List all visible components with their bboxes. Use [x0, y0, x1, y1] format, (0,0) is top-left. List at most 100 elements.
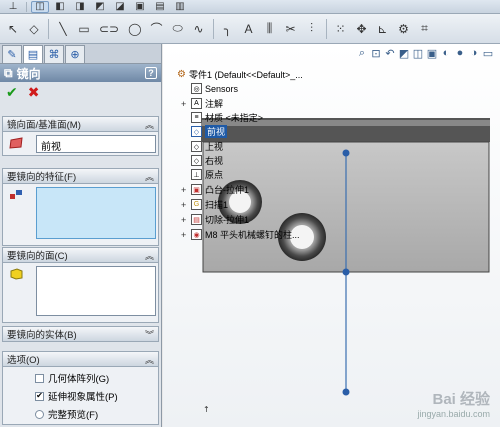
tree-item-top-plane[interactable]: ◇ 上视 [181, 140, 223, 153]
linear-pattern-icon[interactable]: ⁙ [332, 20, 350, 38]
geometry-pattern-option[interactable]: 几何体阵列(G) [35, 371, 109, 385]
watermark-logo: Bai 经验 [432, 391, 490, 408]
tree-item-label: 上视 [205, 142, 224, 152]
features-group-header[interactable]: 要镜向的特征(F) ︽ [3, 169, 158, 184]
material-icon: ≡ [191, 112, 202, 123]
cube-bottom-icon[interactable]: ▣ [131, 1, 149, 13]
expand-toggle[interactable]: + [181, 99, 188, 109]
expand-toggle[interactable]: + [181, 185, 188, 195]
group-title: 镜向面/基准面(M) [7, 120, 81, 131]
repair-icon[interactable]: ⚙ [395, 20, 413, 38]
features-selection-box[interactable] [36, 187, 156, 239]
eraser-icon[interactable]: ◇ [25, 20, 43, 38]
fillet-icon[interactable]: ╮ [219, 20, 237, 38]
tree-root-label: 零件1 (Default<<Default>_... [188, 70, 303, 80]
tree-root[interactable]: ⚙ 零件1 (Default<<Default>_... [177, 68, 303, 81]
cube-left-icon[interactable]: ◪ [111, 1, 129, 13]
tree-item-label: Sensors [205, 83, 239, 94]
plane-icon: ◇ [191, 126, 202, 137]
line-icon[interactable]: ╲ [54, 20, 72, 38]
origin-marker: ↑ [203, 405, 210, 414]
cube-iso-icon[interactable]: ◫ [31, 0, 49, 13]
cut-extrude-icon: ▤ [191, 214, 202, 225]
bodies-group-header[interactable]: 要镜向的实体(B) ︾ [3, 327, 158, 342]
text-icon[interactable]: A [240, 20, 258, 38]
mirror-plane-group-header[interactable]: 镜向面/基准面(M) ︽ [3, 117, 158, 132]
tree-item-sensors[interactable]: ◎ Sensors [181, 83, 238, 94]
circle-icon[interactable]: ◯ [125, 20, 144, 38]
rectangle-icon[interactable]: ▭ [75, 20, 93, 38]
chevron-up-icon[interactable]: ︽ [145, 249, 154, 262]
faces-group-header[interactable]: 要镜向的面(C) ︽ [3, 248, 158, 263]
tree-item-origin[interactable]: ⊥ 原点 [181, 168, 223, 181]
chevron-down-icon[interactable]: ︾ [145, 328, 154, 341]
tree-item-cut-extrude[interactable]: + ▤ 切除-拉伸1 [181, 213, 249, 226]
expand-toggle[interactable]: + [181, 215, 188, 225]
propagate-visual-option[interactable]: ✔ 延伸视象属性(P) [35, 389, 118, 403]
quick-snaps-icon[interactable]: ⌗ [416, 20, 434, 38]
cube-back-icon[interactable]: ▤ [151, 1, 169, 13]
origin-icon: ⊥ [191, 169, 202, 180]
watermark-url: jingyan.baidu.com [417, 409, 490, 419]
bodies-to-mirror-group: 要镜向的实体(B) ︾ [2, 326, 159, 342]
expand-toggle[interactable]: + [181, 200, 188, 210]
options-group-header[interactable]: 选项(O) ︽ [3, 352, 158, 367]
spline-icon[interactable]: ∿ [190, 20, 208, 38]
graphics-area[interactable]: ⌕ ⊡ ↶ ◩ ◫ ▣ ◐ ● ◑ ▭ ↑ ⚙ 零件1 (Default<<De… [163, 44, 500, 427]
slot-icon[interactable]: ⊂⊃ [96, 20, 122, 38]
tree-item-hole-wizard[interactable]: + ◉ M8 平头机械螺钉的柱... [181, 228, 300, 241]
ellipse-icon[interactable]: ⬭ [169, 20, 187, 38]
dimxpert-icon[interactable]: ⊕ [65, 45, 85, 63]
mirror-plane-field[interactable]: 前视 [36, 135, 156, 153]
move-icon[interactable]: ✥ [353, 20, 371, 38]
view-normal-icon[interactable]: ▥ [171, 1, 189, 13]
part-icon: ⚙ [177, 69, 186, 80]
chevron-up-icon[interactable]: ︽ [145, 170, 154, 183]
chevron-up-icon[interactable]: ︽ [145, 353, 154, 366]
arc-icon[interactable]: ⌒ [148, 20, 166, 38]
property-manager-icon[interactable]: ▤ [23, 45, 43, 63]
annotations-icon: A [191, 98, 202, 109]
trim-icon[interactable]: ✂ [282, 20, 300, 38]
watermark: Bai 经验 jingyan.baidu.com [417, 388, 490, 419]
tree-item-boss-extrude[interactable]: + ▣ 凸台-拉伸1 [181, 183, 249, 196]
ok-button[interactable]: ✔ [6, 84, 18, 101]
mirror-entities-icon[interactable]: ⫼ [261, 20, 279, 38]
plane-handle-middle[interactable] [342, 268, 350, 276]
tree-item-sweep[interactable]: + G 扫描1 [181, 198, 228, 211]
feature-manager-icon[interactable]: ✎ [2, 45, 22, 63]
sensors-icon: ◎ [191, 83, 202, 94]
tree-item-label: 原点 [205, 170, 224, 180]
plane-handle-bottom[interactable] [342, 388, 350, 396]
extrude-icon: ▣ [191, 184, 202, 195]
full-preview-radio[interactable] [35, 409, 44, 419]
faces-selection-box[interactable] [36, 266, 156, 316]
tree-item-front-plane[interactable]: ◇ 前视 [181, 125, 228, 138]
cube-top-icon[interactable]: ◨ [71, 1, 89, 13]
full-preview-option[interactable]: 完整预览(F) [35, 407, 98, 421]
configuration-manager-icon[interactable]: ⌘ [44, 45, 64, 63]
chevron-up-icon[interactable]: ︽ [145, 118, 154, 131]
plane-handle-top[interactable] [342, 149, 350, 157]
tree-item-material[interactable]: ≡ 材质 <未指定> [181, 111, 263, 124]
offset-icon[interactable]: ⫶ [303, 20, 321, 38]
propagate-visual-checkbox[interactable]: ✔ [35, 391, 44, 401]
help-button[interactable]: ? [145, 67, 157, 79]
tree-item-annotations[interactable]: + A 注解 [181, 97, 223, 110]
hole-wizard-icon: ◉ [191, 229, 202, 240]
cancel-button[interactable]: ✖ [28, 84, 40, 101]
plane-icon: ◇ [191, 155, 202, 166]
tree-item-label: 注解 [205, 99, 224, 109]
faces-to-mirror-group: 要镜向的面(C) ︽ [2, 247, 159, 323]
cube-right-icon[interactable]: ◩ [91, 1, 109, 13]
mirror-plane-group: 镜向面/基准面(M) ︽ 前视 [2, 116, 159, 156]
expand-toggle[interactable]: + [181, 230, 188, 240]
option-label: 完整预览(F) [48, 410, 99, 421]
tree-item-right-plane[interactable]: ◇ 右视 [181, 154, 223, 167]
sketch-arrow-icon[interactable]: ↖ [4, 20, 22, 38]
relation-icon[interactable]: ⊾ [374, 20, 392, 38]
tree-item-label: 前视 [205, 125, 228, 138]
axis-icon[interactable]: ⊥ [4, 1, 22, 13]
geometry-pattern-checkbox[interactable] [35, 373, 44, 383]
cube-front-icon[interactable]: ◧ [51, 1, 69, 13]
